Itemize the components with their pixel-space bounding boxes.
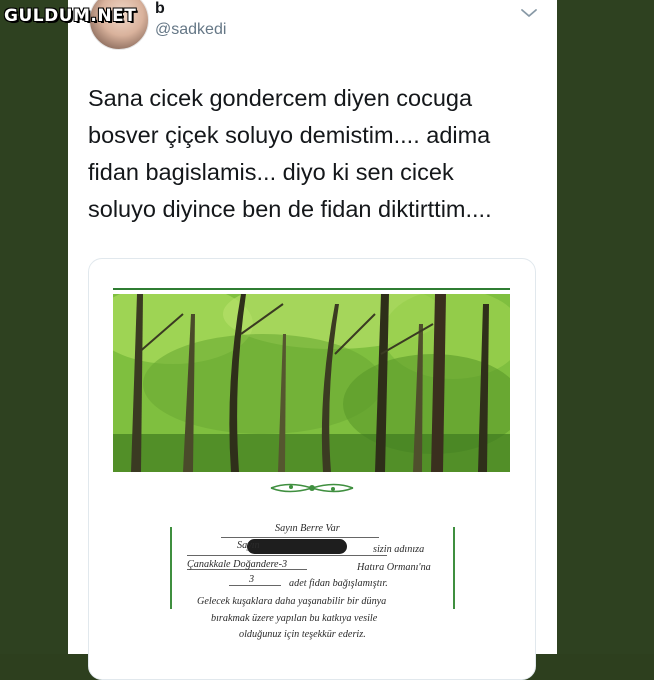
user-handle[interactable]: @sadkedi: [155, 21, 226, 39]
tweet-text-line: bosver çiçek soluyo demistim.... adima: [88, 122, 491, 148]
cert-line-6: bırakmak üzere yapılan bu katkıya vesile: [211, 613, 378, 624]
cert-line-4-count: 3: [249, 574, 255, 585]
tweet-text-line: Sana cicek gondercem diyen cocuga: [88, 85, 473, 111]
cert-line-3-place: Çanakkale Doğandere-3: [187, 559, 288, 570]
right-backdrop: [557, 0, 654, 654]
underline: [229, 585, 281, 586]
cert-line-3-suffix: Hatıra Ormanı'na: [357, 562, 431, 573]
cert-line-2-suffix: sizin adınıza: [373, 544, 425, 555]
cert-line-4-suffix: adet fidan bağışlamıştır.: [289, 578, 388, 589]
tweet-text-line: soluyo diyince ben de fidan diktirttim..…: [88, 196, 492, 222]
tweet-text-line: fidan bagislamis... diyo ki sen cicek: [88, 159, 454, 185]
certificate-left-bar: [170, 527, 172, 609]
left-backdrop: [0, 0, 68, 654]
underline: [221, 537, 379, 538]
display-name[interactable]: b: [155, 0, 165, 18]
chevron-down-icon[interactable]: [520, 6, 538, 20]
cert-line-7: olduğunuz için teşekkür ederiz.: [239, 629, 366, 640]
redacted-name: [247, 539, 347, 554]
certificate-top-rule: [113, 288, 510, 290]
certificate-right-bar: [453, 527, 455, 609]
attached-image[interactable]: Sayın Berre Var Sayın sizin adınıza Çana…: [88, 258, 536, 680]
tweet-text: Sana cicek gondercem diyen cocuga bosver…: [88, 80, 528, 228]
cert-line-1: Sayın Berre Var: [275, 523, 340, 534]
watermark: GULDUM.NET: [4, 6, 137, 26]
underline: [187, 555, 387, 556]
cert-line-2-prefix: Sayın: [237, 540, 260, 551]
cert-line-5: Gelecek kuşaklara daha yaşanabilir bir d…: [197, 596, 387, 607]
forest-photo: [113, 294, 510, 472]
tweet-card: b @sadkedi Sana cicek gondercem diyen co…: [68, 0, 557, 680]
leaf-ornament: [270, 483, 354, 493]
